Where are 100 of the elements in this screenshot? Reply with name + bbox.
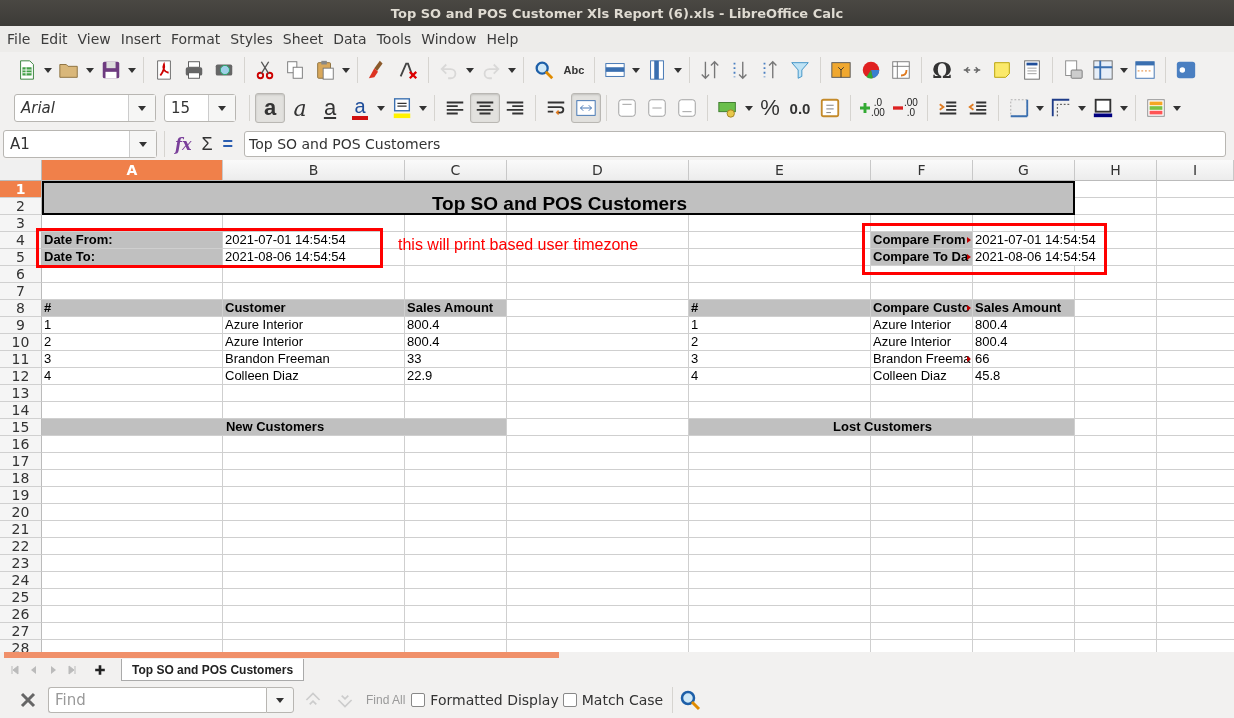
row-header[interactable]: 22 — [0, 538, 42, 555]
caret-icon — [138, 105, 146, 111]
border-color-icon — [1091, 97, 1114, 119]
conditional-format-icon — [1144, 97, 1167, 119]
row-header[interactable]: 13 — [0, 385, 42, 402]
merge-center-button[interactable] — [571, 93, 601, 123]
row-header[interactable]: 7 — [0, 283, 42, 300]
spelling-button[interactable]: Abc — [559, 55, 589, 85]
menu-item[interactable]: File — [2, 28, 36, 50]
menu-item[interactable]: Sheet — [277, 28, 329, 50]
font-name-box[interactable]: Arial — [14, 94, 156, 122]
row-header[interactable]: 11 — [0, 351, 42, 368]
italic-button[interactable]: a — [285, 93, 315, 123]
merge-cells-icon — [575, 97, 597, 119]
scrollbar-thumb[interactable] — [4, 652, 559, 658]
table-cell: Compare From — [871, 232, 973, 249]
menu-item[interactable]: View — [72, 28, 116, 50]
checkbox-label[interactable]: Match Case — [581, 692, 664, 708]
caret-icon — [44, 67, 52, 73]
menu-item[interactable]: Insert — [115, 28, 166, 50]
caret-icon — [218, 105, 226, 111]
row-header[interactable]: 15 — [0, 419, 42, 436]
pie-chart-icon — [860, 59, 882, 81]
caret-icon — [276, 697, 284, 703]
row-header[interactable]: 9 — [0, 317, 42, 334]
column-header[interactable]: I — [1157, 160, 1234, 181]
row-header[interactable]: 8 — [0, 300, 42, 317]
caret-icon — [86, 67, 94, 73]
delete-decimal-button[interactable]: .00 .0 — [888, 93, 922, 123]
column-header[interactable]: H — [1075, 160, 1157, 181]
bold-button[interactable]: a — [255, 93, 285, 123]
window-title: Top SO and POS Customer Xls Report (6).xls - LibreOffice Calc — [390, 5, 844, 21]
caret-icon — [139, 141, 147, 147]
column-heading: # — [42, 300, 223, 317]
grid-icon — [1092, 59, 1114, 81]
row-header[interactable]: 21 — [0, 521, 42, 538]
row-header[interactable]: 28 — [0, 640, 42, 652]
close-icon[interactable] — [18, 690, 38, 710]
menu-item[interactable]: Tools — [371, 28, 417, 50]
row-header[interactable]: 3 — [0, 215, 42, 232]
row-header[interactable]: 18 — [0, 470, 42, 487]
font-color-button[interactable]: a — [345, 93, 375, 123]
row-header[interactable]: 19 — [0, 487, 42, 504]
column-header[interactable]: G — [973, 160, 1075, 181]
menu-item[interactable]: Data — [328, 28, 372, 50]
add-decimal-button[interactable]: .0 .00 — [856, 93, 889, 123]
row-header[interactable]: 23 — [0, 555, 42, 572]
row-header[interactable]: 4 — [0, 232, 42, 249]
align-center-button[interactable] — [470, 93, 500, 123]
menu-item[interactable]: Format — [165, 28, 226, 50]
menu-item[interactable]: Help — [481, 28, 524, 50]
row-header[interactable]: 14 — [0, 402, 42, 419]
row-header[interactable]: 2 — [0, 198, 42, 215]
column-heading: Compare Custo — [871, 300, 973, 317]
row-header[interactable]: 12 — [0, 368, 42, 385]
table-cell: Compare To Da — [871, 249, 973, 266]
number-format-button[interactable]: 0.0 — [785, 93, 815, 123]
row-header[interactable]: 26 — [0, 606, 42, 623]
caret-icon — [1035, 105, 1044, 111]
dropdown-button[interactable] — [266, 687, 294, 713]
column-header[interactable]: E — [689, 160, 871, 181]
sort-arrows-icon — [699, 59, 721, 81]
menu-item[interactable]: Window — [416, 28, 482, 50]
print-range-icon — [1062, 59, 1084, 81]
menu-item[interactable]: Edit — [35, 28, 73, 50]
menu-item[interactable]: Styles — [225, 28, 278, 50]
name-box[interactable]: A1 — [3, 130, 157, 158]
row-header[interactable]: 16 — [0, 436, 42, 453]
find-field[interactable]: Find — [48, 687, 266, 713]
caret-icon — [745, 105, 753, 111]
row-header[interactable]: 25 — [0, 589, 42, 606]
row-header[interactable]: 24 — [0, 572, 42, 589]
checkbox[interactable] — [562, 693, 577, 707]
formula-button[interactable]: = — [217, 133, 239, 155]
caret-icon — [377, 105, 385, 111]
row-header[interactable]: 27 — [0, 623, 42, 640]
row-header[interactable]: 20 — [0, 504, 42, 521]
column-heading: # — [689, 300, 871, 317]
column-header[interactable]: F — [871, 160, 973, 181]
find-replace-icon[interactable] — [678, 688, 703, 712]
row-header[interactable]: 6 — [0, 266, 42, 283]
font-size-box[interactable]: 15 — [164, 94, 236, 122]
column-header[interactable]: D — [507, 160, 689, 181]
column-header[interactable]: C — [405, 160, 507, 181]
sheet-tab[interactable]: Top SO and POS Customers — [121, 659, 305, 681]
column-header[interactable]: B — [223, 160, 405, 181]
sum-button[interactable]: Σ — [196, 133, 218, 155]
copy-icon — [284, 59, 306, 81]
special-character-button[interactable]: Ω — [927, 55, 957, 85]
image-icon — [830, 59, 852, 81]
formula-input-field[interactable]: Top SO and POS Customers — [244, 131, 1226, 157]
row-header[interactable]: 10 — [0, 334, 42, 351]
percent-button[interactable]: % — [755, 93, 785, 123]
checkbox[interactable] — [411, 693, 426, 707]
document-icon — [1021, 59, 1043, 81]
checkbox-label[interactable]: Formatted Display — [430, 692, 559, 708]
underline-button[interactable]: a — [315, 93, 345, 123]
row-header[interactable]: 17 — [0, 453, 42, 470]
add-sheet-icon[interactable] — [94, 664, 106, 676]
function-wizard-button[interactable]: fx — [170, 134, 197, 154]
